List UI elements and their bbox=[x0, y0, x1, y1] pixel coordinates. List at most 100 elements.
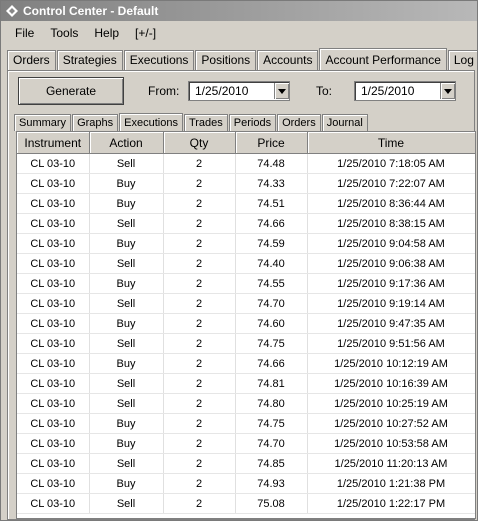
column-header-time[interactable]: Time bbox=[307, 132, 475, 154]
action-cell: Sell bbox=[89, 293, 164, 314]
qty-cell: 2 bbox=[163, 273, 236, 294]
action-cell: Sell bbox=[89, 153, 164, 174]
qty-cell: 2 bbox=[163, 413, 236, 434]
instrument-cell: CL 03-10 bbox=[17, 453, 90, 474]
price-cell: 74.66 bbox=[235, 213, 308, 234]
tab-accounts[interactable]: Accounts bbox=[257, 50, 319, 70]
price-cell: 74.93 bbox=[235, 473, 308, 494]
menu-tools[interactable]: Tools bbox=[42, 26, 86, 40]
table-row[interactable]: CL 03-10 Buy 2 74.51 1/25/2010 8:36:44 AM bbox=[17, 193, 475, 214]
dropdown-arrow-icon[interactable] bbox=[440, 83, 455, 99]
to-date-picker[interactable]: 1/25/2010 bbox=[354, 81, 456, 101]
qty-cell: 2 bbox=[163, 173, 236, 194]
subtab-summary[interactable]: Summary bbox=[14, 114, 72, 131]
account-performance-panel: Generate From: 1/25/2010 To: 1/25/2010 S… bbox=[7, 70, 476, 520]
instrument-cell: CL 03-10 bbox=[17, 493, 90, 514]
instrument-cell: CL 03-10 bbox=[17, 213, 90, 234]
table-row[interactable]: CL 03-10 Sell 2 74.40 1/25/2010 9:06:38 AM bbox=[17, 253, 475, 274]
qty-cell: 2 bbox=[163, 473, 236, 494]
time-cell: 1/25/2010 9:47:35 AM bbox=[307, 313, 475, 334]
qty-cell: 2 bbox=[163, 493, 236, 514]
instrument-cell: CL 03-10 bbox=[17, 373, 90, 394]
table-row[interactable]: CL 03-10 Buy 2 74.70 1/25/2010 10:53:58 AM bbox=[17, 433, 475, 454]
subtab-executions[interactable]: Executions bbox=[119, 113, 183, 132]
tab-positions[interactable]: Positions bbox=[195, 50, 257, 70]
to-label: To: bbox=[316, 84, 333, 98]
qty-cell: 2 bbox=[163, 253, 236, 274]
time-cell: 1/25/2010 10:12:19 AM bbox=[307, 353, 475, 374]
instrument-cell: CL 03-10 bbox=[17, 393, 90, 414]
tab-strategies[interactable]: Strategies bbox=[56, 50, 123, 70]
table-row[interactable]: CL 03-10 Sell 2 74.81 1/25/2010 10:16:39 AM bbox=[17, 373, 475, 394]
subtab-trades[interactable]: Trades bbox=[183, 114, 228, 131]
qty-cell: 2 bbox=[163, 193, 236, 214]
price-cell: 74.75 bbox=[235, 333, 308, 354]
table-row[interactable]: CL 03-10 Sell 2 74.75 1/25/2010 9:51:56 AM bbox=[17, 333, 475, 354]
table-row[interactable]: CL 03-10 Sell 2 74.70 1/25/2010 9:19:14 AM bbox=[17, 293, 475, 314]
action-cell: Sell bbox=[89, 393, 164, 414]
table-row[interactable]: CL 03-10 Buy 2 74.60 1/25/2010 9:47:35 AM bbox=[17, 313, 475, 334]
price-cell: 74.51 bbox=[235, 193, 308, 214]
time-cell: 1/25/2010 7:22:07 AM bbox=[307, 173, 475, 194]
column-header-qty[interactable]: Qty bbox=[163, 132, 236, 154]
table-row[interactable]: CL 03-10 Sell 2 74.48 1/25/2010 7:18:05 AM bbox=[17, 153, 475, 174]
time-cell: 1/25/2010 9:17:36 AM bbox=[307, 273, 475, 294]
tab-log[interactable]: Log bbox=[447, 50, 477, 70]
table-header-row: Instrument Action Qty Price Time bbox=[17, 132, 475, 154]
subtab-graphs[interactable]: Graphs bbox=[72, 114, 119, 131]
table-row[interactable]: CL 03-10 Buy 2 74.66 1/25/2010 10:12:19 AM bbox=[17, 353, 475, 374]
qty-cell: 2 bbox=[163, 373, 236, 394]
action-cell: Buy bbox=[89, 313, 164, 334]
menu-help[interactable]: Help bbox=[86, 26, 127, 40]
price-cell: 74.60 bbox=[235, 313, 308, 334]
subtab-orders[interactable]: Orders bbox=[277, 114, 321, 131]
tab-orders[interactable]: Orders bbox=[7, 50, 56, 70]
table-row[interactable]: CL 03-10 Sell 2 74.66 1/25/2010 8:38:15 AM bbox=[17, 213, 475, 234]
qty-cell: 2 bbox=[163, 233, 236, 254]
action-cell: Sell bbox=[89, 213, 164, 234]
table-row[interactable]: CL 03-10 Buy 2 74.59 1/25/2010 9:04:58 AM bbox=[17, 233, 475, 254]
time-cell: 1/25/2010 1:21:38 PM bbox=[307, 473, 475, 494]
instrument-cell: CL 03-10 bbox=[17, 153, 90, 174]
price-cell: 74.80 bbox=[235, 393, 308, 414]
window-title: Control Center - Default bbox=[23, 4, 159, 18]
time-cell: 1/25/2010 9:04:58 AM bbox=[307, 233, 475, 254]
subtab-periods[interactable]: Periods bbox=[228, 114, 277, 131]
sub-tab-strip: Summary Graphs Executions Trades Periods… bbox=[14, 111, 369, 132]
price-cell: 74.75 bbox=[235, 413, 308, 434]
dropdown-arrow-icon[interactable] bbox=[274, 83, 289, 99]
table-row[interactable]: CL 03-10 Sell 2 74.80 1/25/2010 10:25:19 AM bbox=[17, 393, 475, 414]
qty-cell: 2 bbox=[163, 453, 236, 474]
time-cell: 1/25/2010 10:16:39 AM bbox=[307, 373, 475, 394]
column-header-instrument[interactable]: Instrument bbox=[17, 132, 90, 154]
table-row[interactable]: CL 03-10 Buy 2 74.33 1/25/2010 7:22:07 AM bbox=[17, 173, 475, 194]
from-date-picker[interactable]: 1/25/2010 bbox=[188, 81, 290, 101]
column-header-price[interactable]: Price bbox=[235, 132, 308, 154]
subtab-journal[interactable]: Journal bbox=[321, 114, 368, 131]
qty-cell: 2 bbox=[163, 313, 236, 334]
price-cell: 74.70 bbox=[235, 293, 308, 314]
qty-cell: 2 bbox=[163, 333, 236, 354]
time-cell: 1/25/2010 8:36:44 AM bbox=[307, 193, 475, 214]
generate-button[interactable]: Generate bbox=[18, 77, 124, 105]
instrument-cell: CL 03-10 bbox=[17, 313, 90, 334]
qty-cell: 2 bbox=[163, 153, 236, 174]
table-row[interactable]: CL 03-10 Sell 2 74.85 1/25/2010 11:20:13 AM bbox=[17, 453, 475, 474]
qty-cell: 2 bbox=[163, 293, 236, 314]
action-cell: Buy bbox=[89, 473, 164, 494]
menu-file[interactable]: File bbox=[7, 26, 42, 40]
tab-executions[interactable]: Executions bbox=[123, 50, 195, 70]
menu-bar: File Tools Help [+/-] bbox=[1, 22, 477, 44]
table-row[interactable]: CL 03-10 Buy 2 74.93 1/25/2010 1:21:38 PM bbox=[17, 473, 475, 494]
tab-account-performance[interactable]: Account Performance bbox=[319, 48, 447, 71]
qty-cell: 2 bbox=[163, 353, 236, 374]
time-cell: 1/25/2010 9:51:56 AM bbox=[307, 333, 475, 354]
table-row[interactable]: CL 03-10 Buy 2 74.75 1/25/2010 10:27:52 AM bbox=[17, 413, 475, 434]
menu-toggle[interactable]: [+/-] bbox=[127, 26, 164, 40]
table-row[interactable]: CL 03-10 Sell 2 75.08 1/25/2010 1:22:17 PM bbox=[17, 493, 475, 514]
executions-grid[interactable]: Instrument Action Qty Price Time CL 03-1… bbox=[16, 131, 476, 519]
title-bar[interactable]: Control Center - Default bbox=[1, 1, 477, 21]
column-header-action[interactable]: Action bbox=[89, 132, 164, 154]
table-row[interactable]: CL 03-10 Buy 2 74.55 1/25/2010 9:17:36 AM bbox=[17, 273, 475, 294]
instrument-cell: CL 03-10 bbox=[17, 413, 90, 434]
